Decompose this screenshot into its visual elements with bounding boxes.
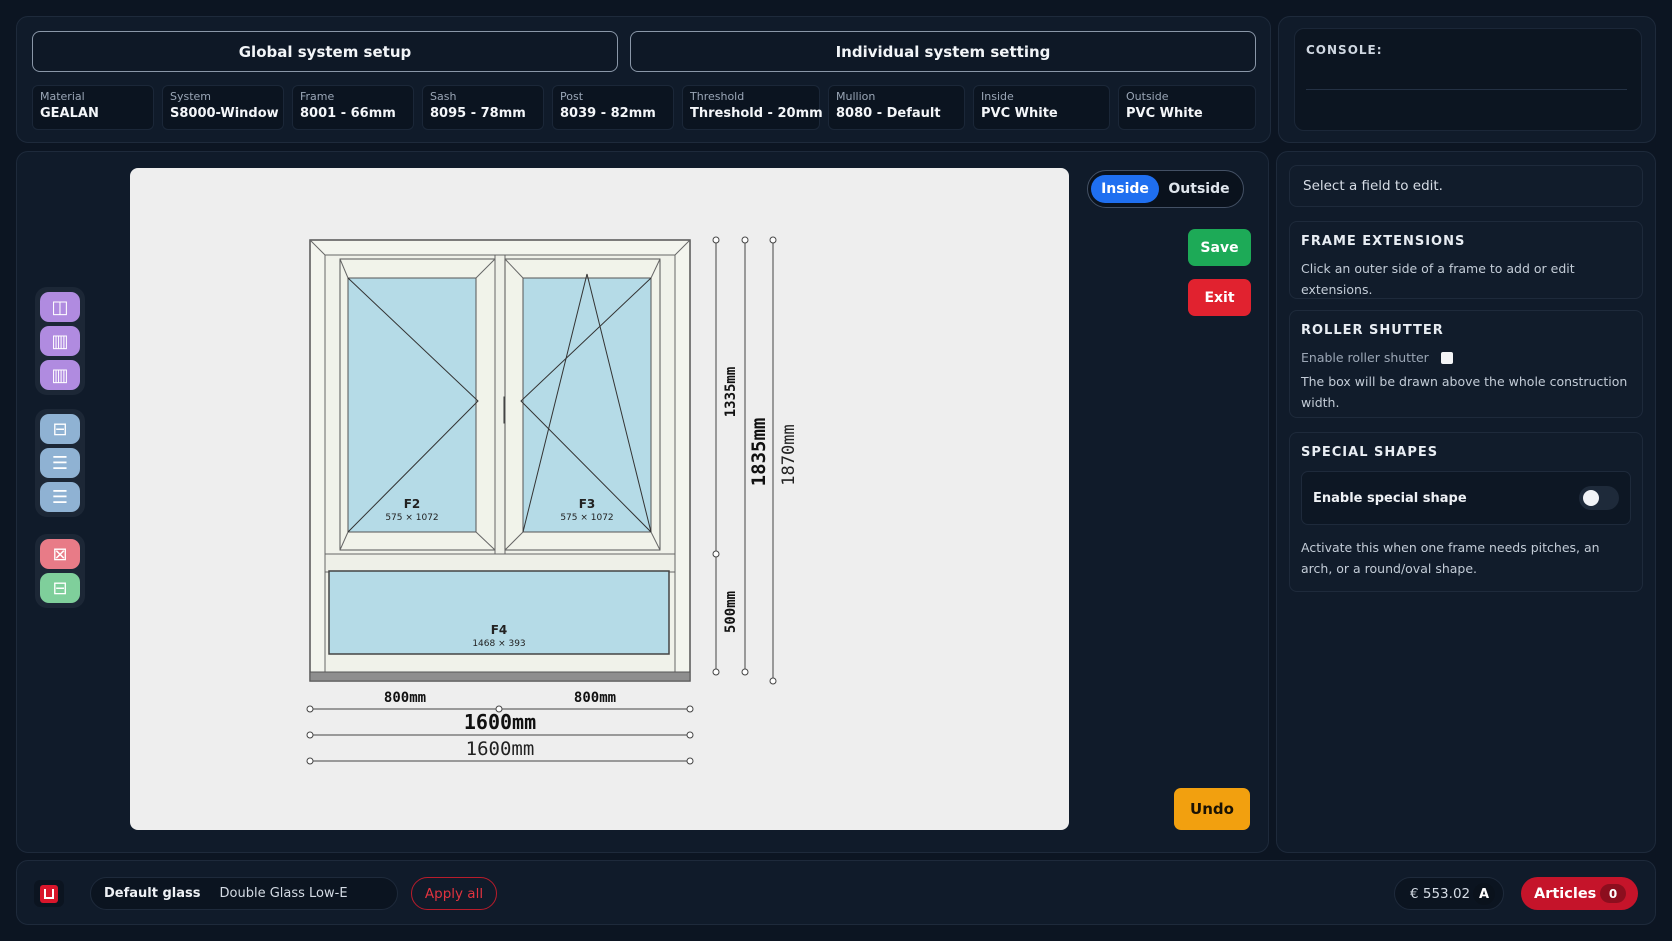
field-frame[interactable]: Frame 8001 - 66mm [292, 85, 414, 130]
field-mullion[interactable]: Mullion 8080 - Default [828, 85, 965, 130]
roller-shutter-card: ROLLER SHUTTER Enable roller shutter The… [1289, 310, 1643, 418]
console-title: CONSOLE: [1306, 43, 1383, 57]
frame-extensions-card: FRAME EXTENSIONS Click an outer side of … [1289, 221, 1643, 299]
toolgroup-vertical-splits: ◫ ▥ ▥ [35, 287, 85, 395]
glass-f3 [522, 277, 652, 533]
dim-right-width: 800mm [574, 690, 616, 706]
articles-button[interactable]: Articles 0 [1521, 877, 1638, 910]
tab-individual-system-setting[interactable]: Individual system setting [630, 31, 1256, 72]
split-horizontal-4-icon[interactable]: ☰ [40, 482, 80, 512]
dim-total-width-2: 1600mm [466, 738, 535, 760]
remove-split-icon[interactable]: ⊠ [40, 539, 80, 569]
field-material[interactable]: Material GEALAN [32, 85, 154, 130]
undo-button[interactable]: Undo [1174, 788, 1250, 830]
edit-hint: Select a field to edit. [1289, 165, 1643, 207]
drawing-canvas[interactable]: F2 575 × 1072 F3 575 × 1072 F4 1468 × 39… [130, 168, 1069, 830]
special-shapes-text: Activate this when one frame needs pitch… [1301, 540, 1600, 576]
field-label: Sash [430, 90, 457, 103]
edit-hint-text: Select a field to edit. [1303, 178, 1443, 194]
dim-top-height: 1335mm [723, 367, 739, 418]
split-horizontal-2-icon[interactable]: ⊟ [40, 414, 80, 444]
toggle-inside[interactable]: Inside [1091, 175, 1159, 203]
sash-label-f2: F2 [404, 497, 421, 511]
default-glass-label: Default glass [104, 886, 201, 901]
articles-count-badge: 0 [1600, 884, 1626, 903]
dim-total-width-1: 1600mm [464, 710, 536, 734]
exit-button[interactable]: Exit [1188, 279, 1251, 316]
price-display: € 553.02 A [1394, 877, 1504, 910]
split-horizontal-3-icon[interactable]: ☰ [40, 448, 80, 478]
field-label: System [170, 90, 212, 103]
toolgroup-edit: ⊠ ⊟ [35, 534, 85, 608]
sash-size-f2: 575 × 1072 [385, 513, 438, 523]
price-value: € 553.02 [1410, 885, 1471, 902]
dim-inner-height: 1835mm [748, 418, 770, 487]
console-divider [1306, 89, 1627, 90]
field-label: Material [40, 90, 85, 103]
split-vertical-2-icon[interactable]: ◫ [40, 292, 80, 322]
sash-size-f4: 1468 × 393 [472, 639, 525, 649]
field-value: 8095 - 78mm [430, 106, 526, 121]
field-outside[interactable]: Outside PVC White [1118, 85, 1256, 130]
field-value: 8001 - 66mm [300, 106, 396, 121]
apply-all-button[interactable]: Apply all [411, 877, 497, 910]
dim-left-width: 800mm [384, 690, 426, 706]
field-post[interactable]: Post 8039 - 82mm [552, 85, 674, 130]
split-vertical-3-icon[interactable]: ▥ [40, 326, 80, 356]
field-value: 8080 - Default [836, 106, 941, 121]
field-value: PVC White [1126, 106, 1203, 121]
toolgroup-horizontal-splits: ⊟ ☰ ☰ [35, 409, 85, 517]
default-glass-selector[interactable]: Default glass Double Glass Low-E [90, 877, 398, 910]
field-value: 8039 - 82mm [560, 106, 656, 121]
field-label: Outside [1126, 90, 1169, 103]
default-glass-value: Double Glass Low-E [219, 886, 348, 901]
glass-f2 [347, 277, 477, 533]
special-shapes-card: SPECIAL SHAPES Enable special shape Acti… [1289, 432, 1643, 592]
roller-shutter-checkbox[interactable] [1440, 351, 1453, 364]
field-value: Threshold - 20mm [690, 106, 823, 121]
view-toggle: Inside Outside [1087, 170, 1244, 208]
dim-total-height: 1870mm [779, 424, 799, 485]
roller-shutter-label: Enable roller shutter [1301, 350, 1429, 365]
app-logo-icon[interactable] [34, 880, 64, 907]
roller-shutter-title: ROLLER SHUTTER [1301, 323, 1444, 338]
split-vertical-4-icon[interactable]: ▥ [40, 360, 80, 390]
field-value: S8000-Window [170, 106, 279, 121]
frame-extensions-text: Click an outer side of a frame to add or… [1301, 261, 1575, 297]
roller-shutter-row: Enable roller shutter [1301, 347, 1631, 368]
toggle-outside[interactable]: Outside [1159, 175, 1239, 203]
field-system[interactable]: System S8000-Window [162, 85, 284, 130]
special-shape-label: Enable special shape [1313, 490, 1467, 506]
field-sash[interactable]: Sash 8095 - 78mm [422, 85, 544, 130]
sash-label-f3: F3 [579, 497, 596, 511]
transom-bar [324, 553, 676, 573]
special-shape-toggle[interactable] [1579, 486, 1619, 510]
field-label: Mullion [836, 90, 876, 103]
dim-bottom-height: 500mm [723, 591, 739, 633]
field-threshold[interactable]: Threshold Threshold - 20mm [682, 85, 823, 130]
field-label: Inside [981, 90, 1014, 103]
sash-size-f3: 575 × 1072 [560, 513, 613, 523]
frame-extensions-title: FRAME EXTENSIONS [1301, 234, 1466, 249]
field-value: GEALAN [40, 106, 99, 121]
special-shapes-title: SPECIAL SHAPES [1301, 445, 1439, 460]
tab-global-system-setup[interactable]: Global system setup [32, 31, 618, 72]
field-inside[interactable]: Inside PVC White [973, 85, 1110, 130]
add-transom-icon[interactable]: ⊟ [40, 573, 80, 603]
field-label: Threshold [690, 90, 745, 103]
field-value: PVC White [981, 106, 1058, 121]
sash-label-f4: F4 [491, 623, 508, 637]
save-button[interactable]: Save [1188, 229, 1251, 266]
special-shape-row: Enable special shape [1301, 471, 1631, 525]
field-label: Frame [300, 90, 335, 103]
price-badge: A [1473, 883, 1495, 905]
window-drawing[interactable]: F2 575 × 1072 F3 575 × 1072 F4 1468 × 39… [130, 168, 1069, 830]
field-label: Post [560, 90, 584, 103]
console: CONSOLE: [1294, 28, 1642, 131]
articles-label: Articles [1534, 885, 1597, 902]
threshold [309, 671, 691, 682]
roller-shutter-text: The box will be drawn above the whole co… [1301, 374, 1628, 410]
